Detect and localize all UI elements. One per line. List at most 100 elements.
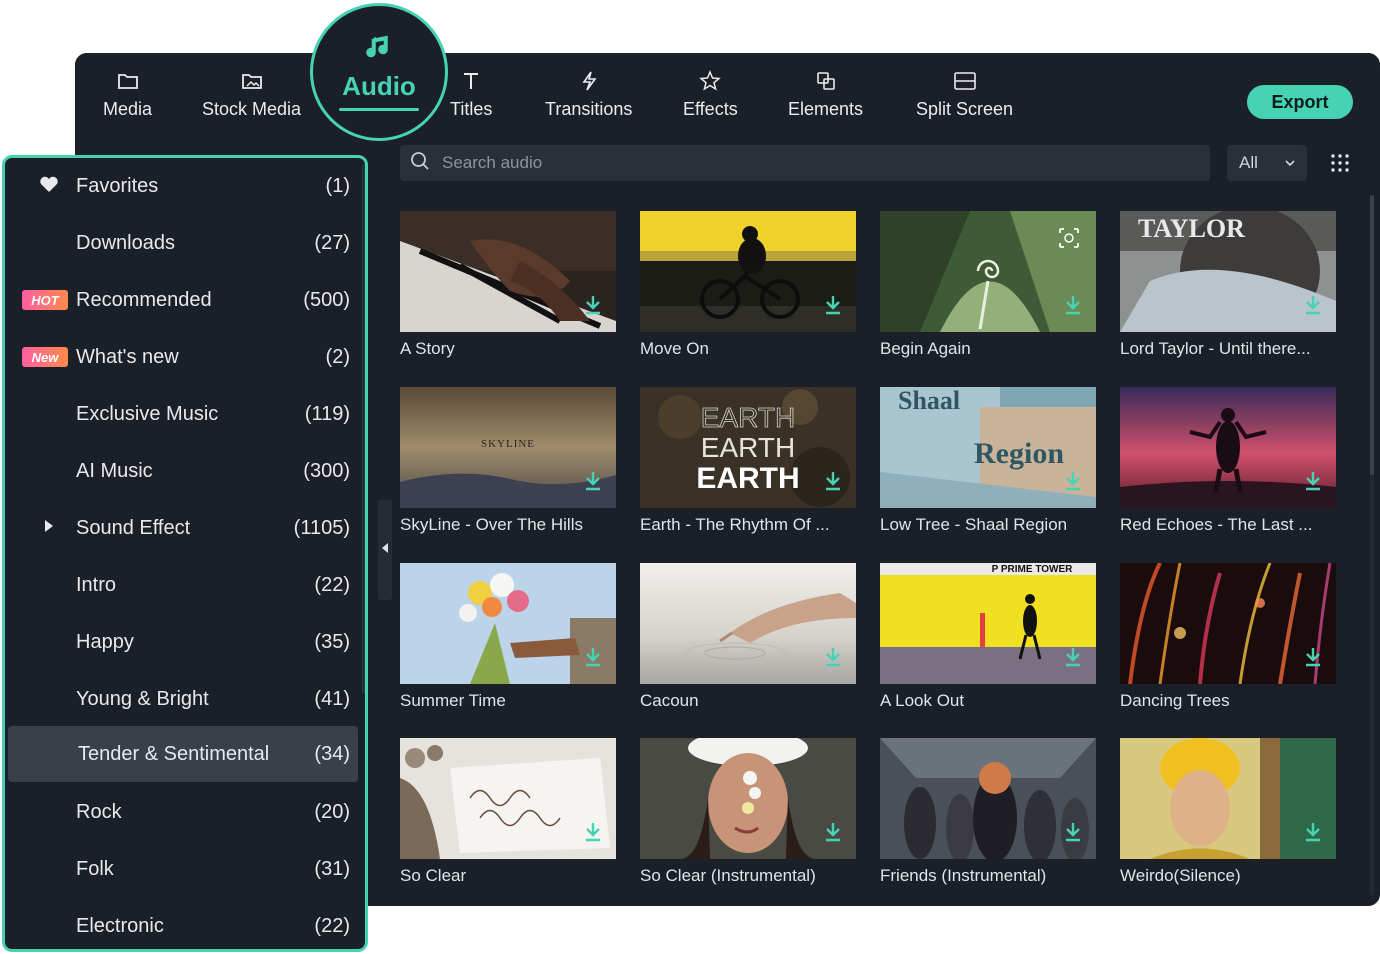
thumbnail-flowers (400, 563, 616, 684)
scrollbar-thumb[interactable] (1370, 195, 1374, 475)
tab-media-label: Media (103, 99, 153, 119)
track-title: Red Echoes - The Last ... (1120, 515, 1313, 534)
audio-card[interactable]: Weirdo(Silence) (1120, 738, 1336, 898)
thumb-region-text: Region (974, 437, 1064, 470)
audio-card[interactable]: Dancing Trees (1120, 563, 1336, 723)
audio-card[interactable]: P PRIME TOWER A Look Out (880, 563, 1096, 723)
sidebar-item-count: (35) (314, 630, 350, 653)
sidebar-item-recommended[interactable]: HOT Recommended (500) (8, 272, 358, 328)
download-icon[interactable] (584, 295, 602, 320)
thumb-earth-text-2: EARTH (701, 432, 795, 463)
download-icon[interactable] (1304, 647, 1322, 672)
audio-card[interactable]: Move On (640, 211, 856, 371)
tab-audio-label: Audio (342, 71, 416, 101)
active-tab-indicator (339, 108, 419, 111)
tab-media[interactable]: Media (103, 69, 152, 125)
audio-card[interactable]: Shaal Region Low Tree - Shaal Region (880, 387, 1096, 547)
sidebar-item-count: (41) (314, 687, 350, 710)
export-button[interactable]: Export (1247, 85, 1353, 119)
thumbnail-girl-flowers (640, 738, 856, 859)
tab-stock-media[interactable]: Stock Media (202, 69, 301, 125)
audio-card[interactable]: So Clear (Instrumental) (640, 738, 856, 898)
sidebar-item-folk[interactable]: Folk (31) (8, 841, 358, 897)
tab-split-screen[interactable]: Split Screen (916, 69, 1013, 125)
download-icon[interactable] (1064, 471, 1082, 496)
sidebar-item-intro[interactable]: Intro (22) (8, 557, 358, 613)
audio-card[interactable]: Summer Time (400, 563, 616, 723)
audio-card[interactable]: Begin Again (880, 211, 1096, 371)
download-icon[interactable] (584, 822, 602, 847)
thumb-taylor-text: TAYLOR (1138, 214, 1245, 243)
track-title: Low Tree - Shaal Region (880, 515, 1068, 534)
tab-titles[interactable]: Titles (450, 69, 492, 125)
elements-icon (814, 69, 838, 93)
download-icon[interactable] (1304, 822, 1322, 847)
sidebar-item-electronic[interactable]: Electronic (22) (8, 898, 358, 949)
thumbnail-calligraphy (400, 738, 616, 859)
audio-card[interactable]: SKYLINE SkyLine - Over The Hills (400, 387, 616, 547)
tab-audio[interactable]: Audio (310, 3, 448, 141)
search-input[interactable] (442, 153, 1202, 173)
download-icon[interactable] (1064, 295, 1082, 320)
top-toolbar: Media Stock Media Titles Transitions Eff… (75, 53, 1380, 137)
tab-transitions[interactable]: Transitions (545, 69, 632, 125)
sidebar-item-label: Recommended (76, 288, 212, 311)
download-icon[interactable] (1304, 471, 1322, 496)
sidebar-item-whats-new[interactable]: New What's new (2) (8, 329, 358, 385)
folder-icon (116, 69, 140, 93)
download-icon[interactable] (824, 822, 842, 847)
sidebar-item-label: Tender & Sentimental (78, 742, 270, 765)
music-note-icon (364, 32, 394, 67)
filter-dropdown[interactable]: All (1227, 145, 1307, 181)
audio-card[interactable]: A Story (400, 211, 616, 371)
track-title: Lord Taylor - Until there... (1120, 339, 1311, 358)
download-icon[interactable] (824, 295, 842, 320)
filter-value: All (1239, 153, 1258, 172)
search-icon (410, 151, 430, 176)
audio-card[interactable]: Friends (Instrumental) (880, 738, 1096, 898)
tab-effects-label: Effects (683, 99, 738, 119)
audio-card[interactable]: So Clear (400, 738, 616, 898)
track-title: Earth - The Rhythm Of ... (640, 515, 830, 534)
sidebar-item-tender-sentimental[interactable]: Tender & Sentimental (34) (8, 726, 358, 782)
grid-view-icon[interactable] (1330, 153, 1350, 173)
sidebar-item-label: What's new (76, 345, 179, 368)
download-icon[interactable] (824, 647, 842, 672)
collapse-sidebar-handle[interactable] (378, 500, 392, 600)
download-icon[interactable] (1064, 647, 1082, 672)
download-icon[interactable] (824, 471, 842, 496)
sidebar-item-label: Folk (76, 857, 114, 880)
search-bar[interactable] (400, 145, 1210, 181)
audio-card[interactable]: EARTH EARTH EARTH Earth - The Rhythm Of … (640, 387, 856, 547)
expand-arrow-icon[interactable] (44, 519, 54, 538)
new-badge: New (22, 347, 68, 367)
category-sidebar: Favorites (1) Downloads (27) HOT Recomme… (2, 155, 368, 952)
tab-elements[interactable]: Elements (788, 69, 863, 125)
sidebar-item-count: (300) (303, 459, 350, 482)
audio-card[interactable]: Red Echoes - The Last ... (1120, 387, 1336, 547)
download-icon[interactable] (584, 647, 602, 672)
sidebar-item-sound-effect[interactable]: Sound Effect (1105) (8, 500, 358, 556)
download-icon[interactable] (1304, 295, 1322, 320)
sidebar-scrollbar[interactable] (362, 164, 365, 694)
download-icon[interactable] (584, 471, 602, 496)
sidebar-item-exclusive-music[interactable]: Exclusive Music (119) (8, 386, 358, 442)
sidebar-item-ai-music[interactable]: AI Music (300) (8, 443, 358, 499)
thumbnail-subway-crowd (880, 738, 1096, 859)
track-title: Cacoun (640, 691, 699, 710)
sidebar-item-downloads[interactable]: Downloads (27) (8, 215, 358, 271)
audio-card[interactable]: TAYLOR Lord Taylor - Until there... (1120, 211, 1336, 371)
thumbnail-yellow-wall: P PRIME TOWER (880, 563, 1096, 684)
download-icon[interactable] (1064, 822, 1082, 847)
thumbnail-bokeh-lights (1120, 563, 1336, 684)
tab-effects[interactable]: Effects (683, 69, 738, 125)
tab-transitions-label: Transitions (545, 99, 633, 119)
sidebar-item-young-bright[interactable]: Young & Bright (41) (8, 671, 358, 727)
sidebar-item-happy[interactable]: Happy (35) (8, 614, 358, 670)
sidebar-item-favorites[interactable]: Favorites (1) (8, 158, 358, 214)
sidebar-item-label: Intro (76, 573, 117, 596)
sidebar-item-count: (2) (325, 345, 350, 368)
thumbnail-red-echoes (1120, 387, 1336, 508)
audio-card[interactable]: Cacoun (640, 563, 856, 723)
sidebar-item-rock[interactable]: Rock (20) (8, 784, 358, 840)
